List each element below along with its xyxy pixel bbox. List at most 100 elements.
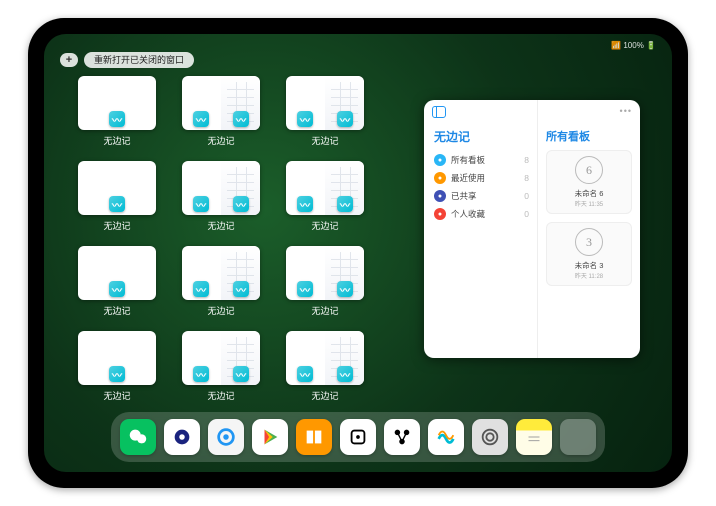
app-window-card[interactable]: 〰〰无边记 bbox=[286, 76, 364, 147]
ipad-frame: 📶 100% 🔋 + 重新打开已关闭的窗口 〰无边记〰〰无边记〰〰无边记〰无边记… bbox=[28, 18, 688, 488]
freeform-icon: 〰 bbox=[233, 366, 249, 382]
reopen-closed-window-button[interactable]: 重新打开已关闭的窗口 bbox=[84, 52, 194, 68]
sidebar-item[interactable]: ● 最近使用 8 bbox=[434, 169, 529, 187]
freeform-sidebar: 无边记 ● 所有看板 8 ● 最近使用 8 ●已共享0 ● 个人收藏 0 bbox=[424, 100, 538, 358]
dock-app-wechat[interactable] bbox=[120, 419, 156, 455]
freeform-icon: 〰 bbox=[233, 281, 249, 297]
freeform-icon: 〰 bbox=[297, 366, 313, 382]
app-window-card[interactable]: 〰 〰无边记 bbox=[286, 246, 364, 317]
dock-app-browser-b[interactable] bbox=[208, 419, 244, 455]
app-window-card[interactable]: 〰〰无边记 bbox=[182, 331, 260, 402]
board-thumbnail: 6 bbox=[575, 156, 603, 184]
more-icon[interactable]: ••• bbox=[620, 106, 632, 116]
dock-app-books[interactable] bbox=[296, 419, 332, 455]
sidebar-item[interactable]: ● 个人收藏 0 bbox=[434, 205, 529, 223]
dock-app-connect[interactable] bbox=[384, 419, 420, 455]
app-window-card[interactable]: 〰〰无边记 bbox=[286, 161, 364, 232]
window-thumbnail: 〰 bbox=[78, 161, 156, 215]
app-window-card[interactable]: 〰无边记 bbox=[78, 161, 156, 232]
freeform-icon: 〰 bbox=[233, 111, 249, 127]
board-subtitle: 昨天 11:35 bbox=[575, 199, 603, 208]
sidebar-item-label: 最近使用 bbox=[451, 172, 485, 184]
card-label: 无边记 bbox=[311, 304, 338, 317]
app-window-card[interactable]: 〰〰无边记 bbox=[182, 246, 260, 317]
sidebar-item[interactable]: ●已共享0 bbox=[434, 187, 529, 205]
freeform-icon: 〰 bbox=[193, 111, 209, 127]
window-thumbnail: 〰 bbox=[78, 246, 156, 300]
window-thumbnail: 〰〰 bbox=[286, 161, 364, 215]
app-window-card[interactable]: 〰〰无边记 bbox=[286, 331, 364, 402]
window-thumbnail: 〰〰 bbox=[286, 331, 364, 385]
category-icon: ● bbox=[434, 208, 446, 220]
freeform-icon: 〰 bbox=[193, 196, 209, 212]
dock-app-freeform[interactable] bbox=[428, 419, 464, 455]
board-list-title: 所有看板 bbox=[546, 128, 632, 144]
dock bbox=[111, 412, 605, 462]
sidebar-toggle-icon[interactable] bbox=[432, 106, 446, 118]
card-label: 无边记 bbox=[311, 389, 338, 402]
freeform-icon: 〰 bbox=[193, 366, 209, 382]
dock-app-dice[interactable] bbox=[340, 419, 376, 455]
board-thumbnail: 3 bbox=[575, 228, 603, 256]
freeform-icon: 〰 bbox=[297, 281, 313, 297]
board-name: 未命名 6 bbox=[575, 188, 604, 199]
card-label: 无边记 bbox=[207, 134, 234, 147]
dock-app-play[interactable] bbox=[252, 419, 288, 455]
card-label: 无边记 bbox=[207, 389, 234, 402]
add-button[interactable]: + bbox=[60, 53, 78, 67]
window-thumbnail: 〰 bbox=[78, 76, 156, 130]
app-switcher-grid: 〰无边记〰〰无边记〰〰无边记〰无边记〰〰无边记〰〰无边记〰无边记〰〰无边记〰〰无… bbox=[78, 76, 408, 402]
freeform-icon: 〰 bbox=[233, 196, 249, 212]
card-label: 无边记 bbox=[311, 134, 338, 147]
card-label: 无边记 bbox=[103, 389, 130, 402]
window-thumbnail: 〰〰 bbox=[182, 76, 260, 130]
card-label: 无边记 bbox=[103, 219, 130, 232]
board-name: 未命名 3 bbox=[575, 260, 604, 271]
sidebar-item[interactable]: ● 所有看板 8 bbox=[434, 151, 529, 169]
freeform-icon: 〰 bbox=[109, 366, 125, 382]
freeform-board-list: 所有看板 6 未命名 6昨天 11:35 3 未命名 3昨天 11:28 bbox=[538, 100, 640, 358]
category-icon: ● bbox=[434, 154, 446, 166]
sidebar-item-count: 8 bbox=[524, 155, 529, 165]
window-thumbnail: 〰〰 bbox=[182, 331, 260, 385]
window-thumbnail: 〰〰 bbox=[286, 76, 364, 130]
window-thumbnail: 〰〰 bbox=[182, 161, 260, 215]
card-label: 无边记 bbox=[207, 304, 234, 317]
freeform-icon: 〰 bbox=[297, 196, 313, 212]
freeform-app-window[interactable]: ••• 无边记 ● 所有看板 8 ● 最近使用 8 ●已共享0 ● 个人收藏 0 所有看板 6 未命… bbox=[424, 100, 640, 358]
card-label: 无边记 bbox=[103, 304, 130, 317]
sidebar-item-label: 所有看板 bbox=[451, 154, 485, 166]
dock-app-browser-a[interactable] bbox=[164, 419, 200, 455]
board-card[interactable]: 6 未命名 6昨天 11:35 bbox=[546, 150, 632, 214]
freeform-icon: 〰 bbox=[193, 281, 209, 297]
sidebar-item-count: 0 bbox=[524, 191, 529, 201]
app-window-card[interactable]: 〰无边记 bbox=[78, 76, 156, 147]
board-subtitle: 昨天 11:28 bbox=[575, 271, 603, 280]
category-icon: ● bbox=[434, 172, 446, 184]
window-thumbnail: 〰 bbox=[78, 331, 156, 385]
freeform-icon: 〰 bbox=[337, 196, 353, 212]
sidebar-item-label: 个人收藏 bbox=[451, 208, 485, 220]
window-thumbnail: 〰〰 bbox=[182, 246, 260, 300]
app-window-card[interactable]: 〰无边记 bbox=[78, 331, 156, 402]
sidebar-item-count: 8 bbox=[524, 173, 529, 183]
ipad-screen: 📶 100% 🔋 + 重新打开已关闭的窗口 〰无边记〰〰无边记〰〰无边记〰无边记… bbox=[44, 34, 672, 472]
app-window-card[interactable]: 〰〰无边记 bbox=[182, 76, 260, 147]
dock-app-settings[interactable] bbox=[472, 419, 508, 455]
freeform-icon: 〰 bbox=[109, 281, 125, 297]
card-label: 无边记 bbox=[103, 134, 130, 147]
freeform-icon: 〰 bbox=[337, 111, 353, 127]
board-card[interactable]: 3 未命名 3昨天 11:28 bbox=[546, 222, 632, 286]
dock-app-notes[interactable] bbox=[516, 419, 552, 455]
status-right: 📶 100% 🔋 bbox=[611, 41, 656, 50]
status-bar: 📶 100% 🔋 bbox=[44, 38, 672, 52]
app-window-card[interactable]: 〰〰无边记 bbox=[182, 161, 260, 232]
dock-app-folder[interactable] bbox=[560, 419, 596, 455]
freeform-icon: 〰 bbox=[337, 366, 353, 382]
freeform-icon: 〰 bbox=[337, 281, 353, 297]
sidebar-item-count: 0 bbox=[524, 209, 529, 219]
freeform-icon: 〰 bbox=[109, 111, 125, 127]
app-window-card[interactable]: 〰无边记 bbox=[78, 246, 156, 317]
card-label: 无边记 bbox=[311, 219, 338, 232]
sidebar-title: 无边记 bbox=[434, 128, 529, 145]
